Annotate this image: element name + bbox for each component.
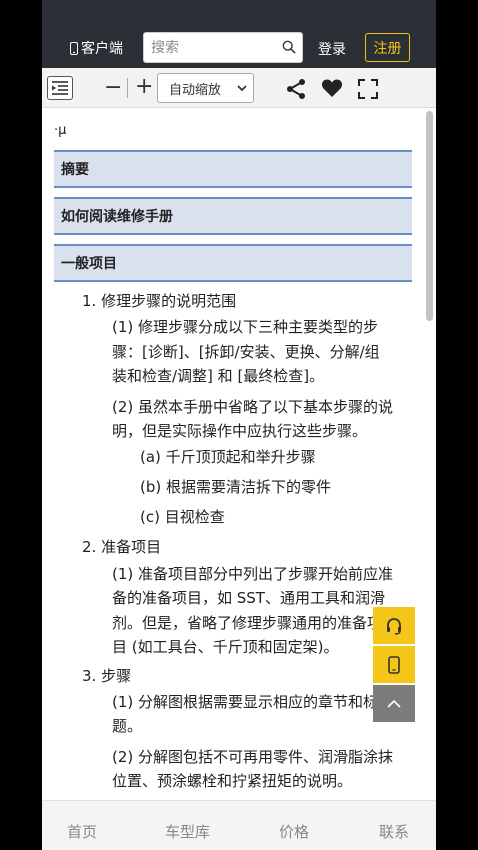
nav-contact[interactable]: 联系 (379, 821, 409, 842)
list-item: (b) 根据需要清洁拆下的零件 (140, 478, 331, 496)
sidebar-toggle-button[interactable] (47, 76, 73, 100)
pdf-toolbar: − + 自动缩放 (42, 68, 436, 108)
client-label: 客户端 (81, 41, 123, 57)
headset-icon (387, 617, 401, 635)
heading-1: 1. 修理步骤的说明范围 (82, 292, 237, 310)
customer-service-button[interactable] (373, 607, 415, 644)
heading-3: 3. 步骤 (82, 667, 132, 685)
share-icon[interactable] (285, 78, 307, 100)
mobile-phone-icon (388, 655, 400, 674)
paragraph-line: (2) 虽然本手册中省略了以下基本步骤的说 (112, 398, 394, 416)
paragraph-line: 备的准备项目，如 SST、通用工具和润滑 (112, 589, 385, 607)
paragraph-line: (1) 分解图根据需要显示相应的章节和标 (112, 693, 379, 711)
paragraph-line: 剂。但是，省略了修理步骤通用的准备项 (112, 614, 383, 632)
nav-pricing[interactable]: 价格 (279, 821, 309, 842)
section-header-how-to-read[interactable]: 如何阅读维修手册 (54, 197, 412, 235)
paragraph-line: 位置、预涂螺栓和拧紧扭矩的说明。 (112, 772, 353, 790)
list-item: (a) 千斤顶顶起和举升步骤 (140, 448, 316, 466)
page-top-symbol: ·μ (54, 123, 67, 138)
back-to-top-button[interactable] (373, 685, 415, 722)
login-link[interactable]: 登录 (318, 39, 346, 59)
top-header: 客户端 登录 注册 (42, 0, 436, 68)
client-download-link[interactable]: 客户端 (70, 38, 123, 58)
search-icon[interactable] (282, 40, 296, 54)
section-header-summary[interactable]: 摘要 (54, 150, 412, 188)
paragraph-line: 题。 (112, 717, 143, 735)
app-viewport: 客户端 登录 注册 − + 自动缩放 (42, 0, 436, 850)
paragraph-line: 目 (如工具台、千斤顶和固定架)。 (112, 638, 339, 656)
zoom-in-button[interactable]: + (135, 76, 153, 98)
nav-model-library[interactable]: 车型库 (165, 821, 210, 842)
paragraph-line: (1) 修理步骤分成以下三种主要类型的步 (112, 318, 379, 336)
section-header-general-items[interactable]: 一般项目 (54, 244, 412, 282)
paragraph-line: (1) 准备项目部分中列出了步骤开始前应准 (112, 565, 394, 583)
chevron-up-icon (387, 699, 401, 708)
chevron-down-icon (237, 85, 247, 92)
zoom-out-button[interactable]: − (104, 77, 122, 99)
heading-2: 2. 准备项目 (82, 538, 162, 556)
nav-home[interactable]: 首页 (67, 821, 97, 842)
mobile-phone-icon (70, 41, 78, 55)
paragraph-line: 明，但是实际操作中应执行这些步骤。 (112, 422, 368, 440)
search-input[interactable] (151, 33, 271, 62)
fullscreen-icon[interactable] (358, 79, 378, 99)
favorite-heart-icon[interactable] (321, 78, 343, 98)
list-item: (c) 目视检查 (140, 508, 225, 526)
outline-list-icon (52, 81, 68, 95)
paragraph-line: 装和检查/调整] 和 [最终检查]。 (112, 367, 325, 385)
register-button[interactable]: 注册 (365, 33, 410, 62)
bottom-nav: 首页 车型库 价格 联系 (42, 800, 436, 850)
paragraph-line: 骤：[诊断]、[拆卸/安装、更换、分解/组 (112, 343, 380, 361)
mobile-app-button[interactable] (373, 646, 415, 683)
search-box (143, 32, 303, 63)
zoom-select[interactable]: 自动缩放 (157, 73, 254, 103)
zoom-select-value: 自动缩放 (169, 82, 222, 98)
toolbar-divider (127, 78, 128, 98)
content-scrollbar[interactable] (426, 111, 433, 321)
paragraph-line: (2) 分解图包括不可再用零件、润滑脂涂抹 (112, 748, 394, 766)
